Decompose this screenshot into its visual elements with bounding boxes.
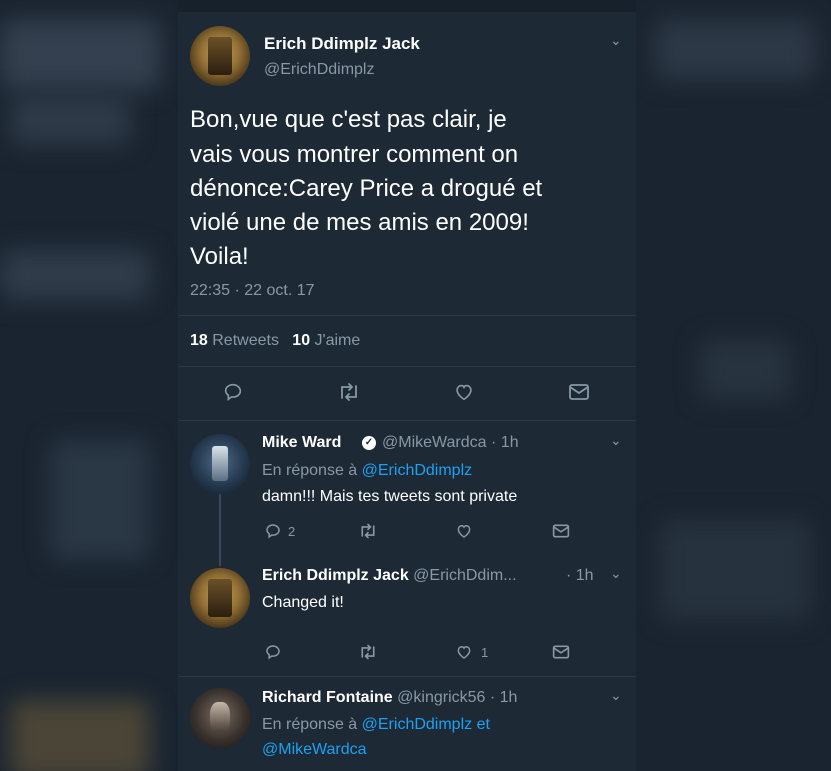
reply-icon[interactable] <box>222 381 244 403</box>
reply-handle[interactable]: @ErichDdim... <box>413 567 516 584</box>
direct-message-icon[interactable] <box>551 643 571 661</box>
retweet-label[interactable]: Retweets <box>212 332 279 349</box>
reply-time[interactable]: · 1h <box>566 567 594 585</box>
retweet-icon[interactable] <box>358 643 378 661</box>
direct-message-icon[interactable] <box>567 381 591 403</box>
like-count[interactable]: 10 <box>292 332 310 349</box>
divider <box>178 315 636 316</box>
reply-time[interactable]: · 1h <box>491 434 519 451</box>
reply-to-link[interactable]: @ErichDdimplz <box>362 462 472 479</box>
tweet-text-line: Voila! <box>190 243 249 270</box>
reply-count: 2 <box>288 524 296 539</box>
reply-prefix: En réponse à <box>262 462 358 479</box>
reply-icon[interactable] <box>264 643 282 661</box>
reply-handle[interactable]: @MikeWardca <box>382 434 487 451</box>
retweet-count[interactable]: 18 <box>190 332 208 349</box>
like-label[interactable]: J'aime <box>315 332 361 349</box>
tweet-text-line: vais vous montrer comment on <box>190 141 519 168</box>
reply-context: En réponse à @ErichDdimplz et <box>262 716 490 734</box>
direct-message-icon[interactable] <box>551 522 571 540</box>
top-bar <box>178 0 636 12</box>
chevron-down-icon[interactable]: ⌄ <box>610 687 622 704</box>
reply-header: Richard Fontaine @kingrick56 · 1h <box>262 689 517 707</box>
reply-display-name[interactable]: Mike Ward <box>262 434 341 451</box>
tweet-timestamp[interactable]: 22:35 · 22 oct. 17 <box>190 282 315 300</box>
chevron-down-icon[interactable]: ⌄ <box>610 432 622 449</box>
author-display-name[interactable]: Erich Ddimplz Jack <box>264 34 420 54</box>
reply-icon[interactable] <box>264 522 282 540</box>
reply-text: Changed it! <box>262 594 344 611</box>
reply-header: Mike Ward <box>262 434 341 452</box>
like-icon[interactable] <box>455 643 473 661</box>
retweet-icon[interactable] <box>337 381 361 403</box>
reply-display-name[interactable]: Richard Fontaine <box>262 689 393 706</box>
tweet-stats: 18 Retweets 10 J'aime <box>190 332 360 350</box>
reply-to-link[interactable]: @MikeWardca <box>262 741 367 759</box>
reply-prefix: En réponse à <box>262 716 358 733</box>
like-icon[interactable] <box>455 522 473 540</box>
reply-header: Erich Ddimplz Jack @ErichDdim... <box>262 567 517 585</box>
tweet-text-line: dénonce:Carey Price a drogué et <box>190 175 543 202</box>
reply-display-name[interactable]: Erich Ddimplz Jack <box>262 567 409 584</box>
reply-avatar[interactable] <box>190 434 250 494</box>
like-count: 1 <box>481 645 489 660</box>
tweet-text-line: violé une de mes amis en 2009! <box>190 209 529 236</box>
tweet-detail-panel: Erich Ddimplz Jack @ErichDdimplz ⌄ Bon,v… <box>178 0 636 771</box>
like-icon[interactable] <box>453 381 475 403</box>
reply-avatar[interactable] <box>190 688 250 748</box>
divider <box>178 366 636 367</box>
reply-handle[interactable]: @kingrick56 <box>397 689 485 706</box>
chevron-down-icon[interactable]: ⌄ <box>610 32 622 49</box>
reply-text: damn!!! Mais tes tweets sont private <box>262 488 518 505</box>
chevron-down-icon[interactable]: ⌄ <box>610 565 622 582</box>
reply-avatar[interactable] <box>190 568 250 628</box>
divider <box>178 420 636 421</box>
reply-context: En réponse à @ErichDdimplz <box>262 462 472 480</box>
reply-meta: @MikeWardca · 1h <box>382 434 519 452</box>
reply-time[interactable]: · 1h <box>490 689 518 706</box>
reply-to-link[interactable]: @ErichDdimplz et <box>362 716 490 733</box>
author-handle[interactable]: @ErichDdimplz <box>264 61 374 79</box>
divider <box>178 676 636 677</box>
verified-badge-icon: ✓ <box>362 436 376 450</box>
author-avatar[interactable] <box>190 26 250 86</box>
tweet-text-line: Bon,vue que c'est pas clair, je <box>190 106 507 133</box>
thread-line <box>219 494 221 566</box>
retweet-icon[interactable] <box>358 522 378 540</box>
